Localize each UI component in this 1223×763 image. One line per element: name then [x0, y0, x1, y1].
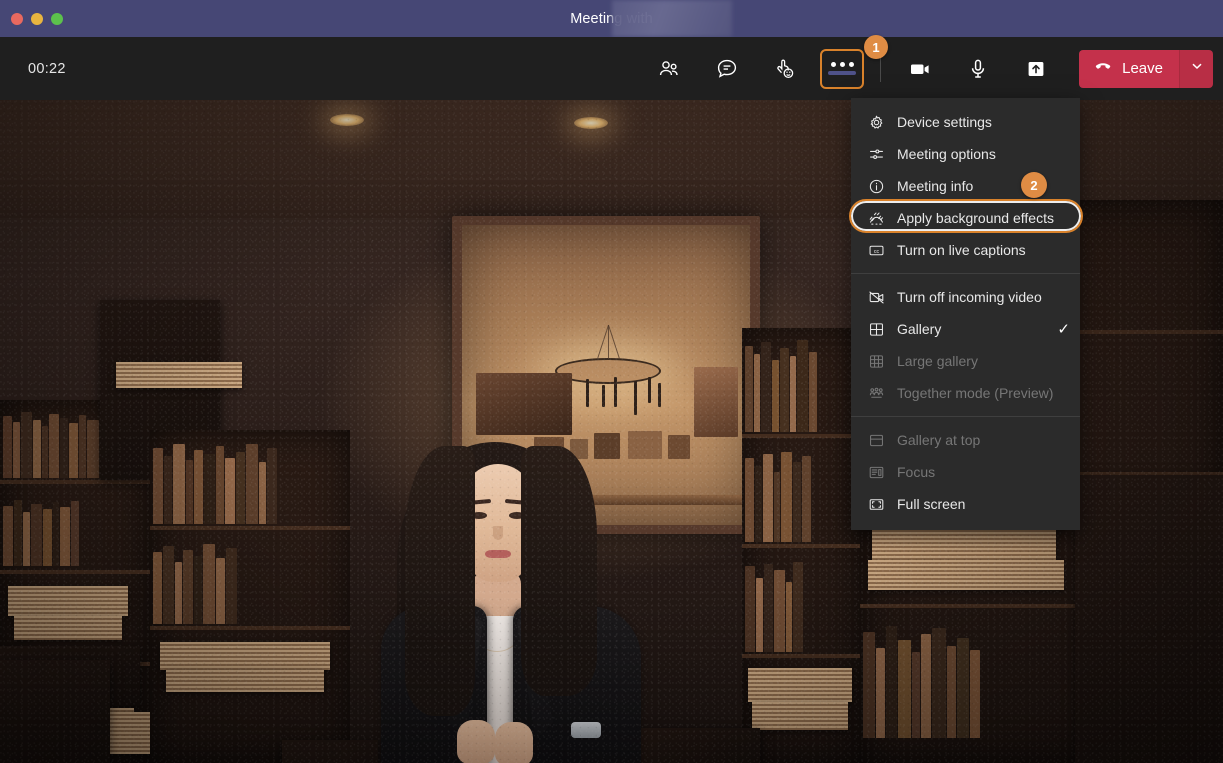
menu-item-meeting-options[interactable]: Meeting options — [851, 138, 1080, 170]
leave-button-label: Leave — [1122, 60, 1163, 77]
ceiling-light — [574, 117, 608, 129]
reactions-button[interactable] — [762, 49, 808, 89]
minimize-button[interactable] — [31, 12, 43, 25]
more-options-icon — [830, 62, 854, 67]
svg-text:cc: cc — [873, 249, 879, 255]
share-screen-button[interactable] — [1013, 49, 1059, 89]
more-options-button[interactable] — [820, 48, 865, 89]
wristwatch — [571, 722, 601, 738]
camera-button[interactable] — [897, 49, 943, 89]
check-icon: ✓ — [1057, 321, 1070, 338]
chat-button[interactable] — [704, 49, 750, 89]
leave-button-group: Leave — [1079, 49, 1213, 88]
sliders-icon — [867, 145, 885, 163]
menu-item-focus: Focus — [851, 456, 1080, 488]
active-indicator — [828, 71, 857, 75]
chat-icon — [715, 57, 739, 81]
fullscreen-icon — [867, 495, 885, 513]
gallery-icon — [867, 320, 885, 338]
menu-item-label: Meeting info — [897, 178, 974, 194]
people-icon — [657, 57, 681, 81]
window-controls — [0, 12, 63, 25]
dark-box — [0, 660, 110, 763]
paper-stack — [116, 362, 242, 388]
participants-button[interactable] — [646, 49, 692, 89]
menu-item-label: Meeting options — [897, 146, 996, 162]
share-screen-icon — [1024, 57, 1048, 81]
menu-separator — [851, 416, 1080, 417]
toolbar-divider — [880, 55, 882, 82]
menu-item-together-mode-preview: Together mode (Preview) — [851, 377, 1080, 409]
together-mode-icon — [867, 384, 885, 402]
info-icon — [867, 177, 885, 195]
hand-right — [495, 722, 533, 763]
menu-item-label: Gallery — [897, 321, 942, 337]
bookshelf-center-right — [742, 328, 860, 763]
menu-item-label: Turn off incoming video — [897, 289, 1042, 305]
bookshelf-mid-left — [150, 430, 350, 763]
menu-item-gallery-at-top: Gallery at top — [851, 424, 1080, 456]
leave-options-button[interactable] — [1179, 49, 1213, 88]
meeting-toolbar: 00:22 Leave — [0, 37, 1223, 100]
chevron-down-icon — [1190, 59, 1204, 78]
window-titlebar: Meeting with — [0, 0, 1223, 37]
mouth — [485, 550, 511, 558]
leave-button[interactable]: Leave — [1079, 49, 1179, 88]
camera-icon — [907, 56, 933, 82]
close-button[interactable] — [11, 12, 23, 25]
gallery-top-icon — [867, 431, 885, 449]
participant-video-person — [345, 430, 695, 763]
menu-item-gallery[interactable]: Gallery ✓ — [851, 313, 1080, 345]
camera-off-icon — [867, 288, 885, 306]
menu-item-label: Full screen — [897, 496, 966, 512]
menu-item-label: Large gallery — [897, 353, 978, 369]
background-effects-icon — [867, 209, 885, 227]
step-badge-2: 2 — [1021, 172, 1047, 198]
menu-item-label: Device settings — [897, 114, 992, 130]
focus-icon — [867, 463, 885, 481]
toolbar-controls: Leave — [640, 37, 1223, 100]
menu-separator — [851, 273, 1080, 274]
raise-hand-icon — [773, 57, 797, 81]
step-badge-1: 1 — [864, 35, 888, 59]
call-timer: 00:22 — [28, 60, 66, 77]
menu-item-label: Turn on live captions — [897, 242, 1026, 258]
hair-strand-left — [405, 446, 475, 716]
redacted-title-region — [612, 0, 732, 37]
gear-icon — [867, 113, 885, 131]
menu-item-turn-off-incoming-video[interactable]: Turn off incoming video — [851, 281, 1080, 313]
teams-meeting-window: Meeting with 00:22 — [0, 0, 1223, 763]
menu-item-label: Gallery at top — [897, 432, 981, 448]
hair-strand-right — [521, 446, 597, 696]
microphone-icon — [966, 57, 990, 81]
large-gallery-icon — [867, 352, 885, 370]
more-actions-menu: Device settings Meeting options Meeting in… — [851, 98, 1080, 530]
menu-item-label: Focus — [897, 464, 936, 480]
menu-item-full-screen[interactable]: Full screen — [851, 488, 1080, 520]
menu-item-label: Together mode (Preview) — [897, 385, 1054, 401]
menu-item-apply-background-effects[interactable]: Apply background effects — [851, 202, 1080, 234]
menu-item-large-gallery: Large gallery — [851, 345, 1080, 377]
menu-item-turn-on-live-captions[interactable]: cc Turn on live captions — [851, 234, 1080, 266]
hangup-icon — [1093, 57, 1113, 81]
hand-left — [457, 720, 495, 763]
maximize-button[interactable] — [51, 12, 63, 25]
menu-item-device-settings[interactable]: Device settings — [851, 106, 1080, 138]
menu-item-label: Apply background effects — [897, 210, 1054, 226]
nose — [493, 526, 503, 540]
ceiling-light — [330, 114, 364, 126]
microphone-button[interactable] — [955, 49, 1001, 89]
closed-caption-icon: cc — [867, 241, 885, 259]
